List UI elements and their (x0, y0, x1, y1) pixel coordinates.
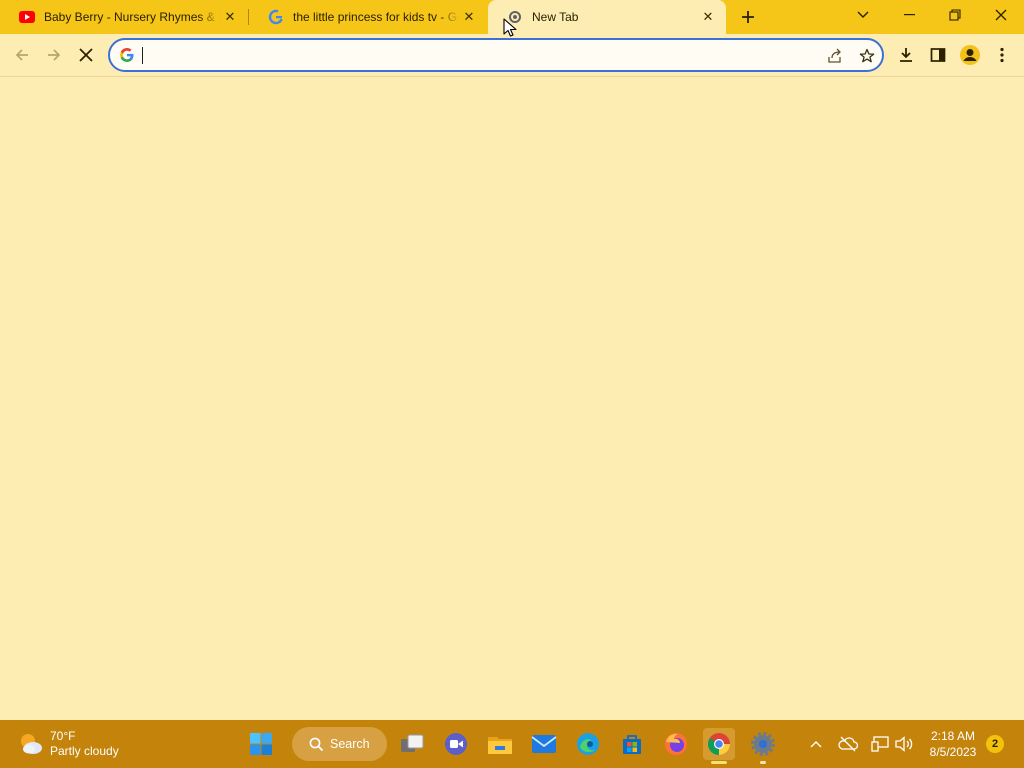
tab-new-tab[interactable]: New Tab ✕ (488, 0, 726, 34)
settings-icon[interactable] (747, 728, 779, 764)
close-icon (79, 48, 93, 62)
side-panel-button[interactable] (924, 41, 952, 69)
back-button[interactable] (8, 41, 36, 69)
new-tab-button[interactable] (736, 5, 760, 29)
weather-condition: Partly cloudy (50, 744, 119, 758)
tab-search-button[interactable] (840, 0, 886, 30)
avatar-icon (960, 45, 980, 65)
restore-icon (949, 9, 961, 21)
chrome-icon[interactable] (703, 728, 735, 764)
system-clock[interactable]: 2:18 AM 8/5/2023 (924, 728, 982, 760)
minimize-icon (903, 14, 915, 16)
taskbar: 70°F Partly cloudy Search 2:18 AM 8/5/20… (0, 720, 1024, 768)
mouse-cursor-icon (503, 18, 517, 38)
arrow-left-icon (15, 49, 28, 61)
menu-button[interactable] (988, 41, 1016, 69)
side-panel-icon (930, 48, 946, 62)
arrow-right-icon (48, 49, 61, 61)
edge-icon[interactable] (572, 728, 604, 760)
minimize-button[interactable] (886, 0, 932, 30)
clock-time: 2:18 AM (930, 729, 976, 743)
windows-start-icon[interactable] (245, 728, 277, 760)
tab-title: the little princess for kids tv - Google… (293, 10, 459, 24)
notification-badge[interactable]: 2 (986, 735, 1004, 753)
downloads-button[interactable] (892, 41, 920, 69)
teams-meet-icon[interactable] (440, 728, 472, 760)
tab-baby-berry[interactable]: Baby Berry - Nursery Rhymes & Kids Songs… (0, 0, 248, 34)
file-explorer-icon[interactable] (484, 728, 516, 760)
more-vert-icon (1000, 47, 1004, 63)
network-icon[interactable] (869, 733, 891, 755)
bookmark-star-icon[interactable] (856, 45, 878, 67)
volume-icon[interactable] (893, 733, 915, 755)
google-icon (268, 9, 284, 25)
text-caret (142, 47, 143, 64)
google-icon (120, 48, 134, 62)
tab-title: Baby Berry - Nursery Rhymes & Kids Songs (44, 10, 220, 24)
share-icon[interactable] (824, 45, 846, 67)
mail-icon[interactable] (528, 728, 560, 760)
plus-icon (742, 11, 754, 23)
active-indicator (711, 761, 727, 764)
tab-title: New Tab (532, 10, 579, 24)
microsoft-store-icon[interactable] (616, 728, 648, 760)
weather-widget[interactable]: 70°F Partly cloudy (18, 726, 119, 762)
page-content (0, 78, 1024, 720)
youtube-icon (19, 9, 35, 25)
firefox-icon[interactable] (660, 728, 692, 760)
restore-button[interactable] (932, 0, 978, 30)
chevron-up-icon (810, 741, 822, 748)
onedrive-offline-icon[interactable] (837, 733, 859, 755)
search-icon (309, 737, 324, 751)
stop-loading-button[interactable] (72, 41, 100, 69)
close-icon[interactable]: ✕ (220, 7, 240, 27)
address-bar[interactable] (108, 38, 884, 72)
show-hidden-icons-button[interactable] (806, 734, 826, 754)
close-window-button[interactable] (978, 0, 1024, 30)
clock-date: 8/5/2023 (929, 745, 977, 759)
profile-button[interactable] (956, 41, 984, 69)
running-indicator (760, 761, 766, 764)
chevron-down-icon (857, 11, 869, 18)
task-view-icon[interactable] (396, 728, 428, 760)
close-icon[interactable]: ✕ (459, 7, 479, 27)
close-icon[interactable]: ✕ (698, 7, 718, 27)
browser-toolbar (0, 34, 1024, 77)
partly-cloudy-icon (18, 731, 44, 757)
address-input[interactable] (140, 45, 800, 65)
search-label: Search (330, 737, 370, 751)
weather-temp: 70°F (50, 729, 76, 743)
download-icon (900, 48, 912, 62)
close-icon (995, 9, 1007, 21)
forward-button[interactable] (40, 41, 68, 69)
taskbar-search-button[interactable]: Search (292, 727, 387, 761)
tab-google-search[interactable]: the little princess for kids tv - Google… (249, 0, 487, 34)
